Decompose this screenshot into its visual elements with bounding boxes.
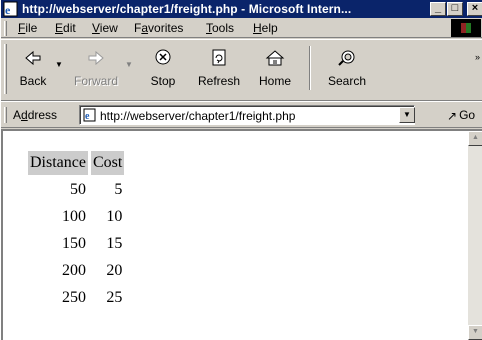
home-icon [265, 50, 285, 66]
maximize-button[interactable]: □ [447, 2, 463, 16]
address-url: http://webserver/chapter1/freight.php [100, 109, 296, 123]
stop-label: Stop [150, 74, 176, 88]
address-bar-grip[interactable] [4, 107, 7, 123]
distance-cell: 250 [61, 289, 86, 306]
refresh-icon [212, 49, 226, 66]
table-row: 200 20 [28, 259, 124, 283]
search-button[interactable]: Search [317, 46, 377, 96]
close-button[interactable]: × [467, 2, 482, 16]
svg-text:e: e [5, 3, 11, 17]
cost-cell: 25 [106, 289, 123, 306]
address-dropdown-button[interactable]: ▼ [399, 107, 415, 123]
menu-bar: File Edit View Favorites Tools Help [1, 18, 482, 38]
forward-arrow-icon [88, 50, 104, 66]
menu-tools[interactable]: Tools [206, 21, 234, 35]
go-button[interactable]: ↗ Go [447, 108, 475, 123]
toolbar-overflow-chevron-icon[interactable]: » [475, 52, 480, 62]
cost-cell: 10 [106, 208, 123, 225]
svg-text:e: e [85, 111, 90, 122]
refresh-label: Refresh [197, 74, 241, 88]
home-button[interactable]: Home [251, 46, 299, 96]
browser-window: e http://webserver/chapter1/freight.php … [0, 0, 482, 340]
menu-favorites[interactable]: Favorites [134, 21, 183, 35]
freight-table: Distance Cost 50 5 100 10 150 15 200 20 … [25, 148, 127, 313]
address-bar: Address e http://webserver/chapter1/frei… [1, 101, 482, 128]
scroll-up-arrow-icon[interactable]: ▲ [468, 131, 482, 146]
vertical-scrollbar[interactable]: ▲ ▼ [467, 131, 482, 340]
address-label: Address [13, 108, 58, 122]
page-content: Distance Cost 50 5 100 10 150 15 200 20 … [1, 129, 482, 340]
cost-cell: 20 [106, 262, 123, 279]
stop-button[interactable]: Stop [139, 46, 187, 96]
forward-label: Forward [73, 74, 118, 88]
search-label: Search [327, 74, 367, 88]
table-row: 100 10 [28, 205, 124, 229]
home-label: Home [258, 74, 291, 88]
window-title: http://webserver/chapter1/freight.php - … [22, 2, 352, 16]
back-dropdown-icon[interactable]: ▼ [55, 60, 63, 69]
forward-dropdown-icon[interactable]: ▼ [125, 60, 133, 69]
windows-logo-icon [451, 19, 481, 37]
distance-cell: 200 [61, 262, 86, 279]
back-arrow-icon [25, 50, 41, 66]
cost-cell: 5 [114, 181, 123, 198]
go-arrow-icon: ↗ [447, 109, 458, 123]
toolbar-grip[interactable] [4, 44, 7, 94]
table-header-row: Distance Cost [28, 151, 125, 175]
distance-cell: 50 [69, 181, 86, 198]
table-row: 250 25 [28, 286, 124, 310]
title-bar[interactable]: e http://webserver/chapter1/freight.php … [1, 0, 482, 18]
menu-bar-grip[interactable] [4, 21, 7, 36]
scroll-down-arrow-icon[interactable]: ▼ [468, 325, 482, 340]
ie-page-icon: e [3, 1, 18, 17]
distance-cell: 100 [61, 208, 86, 225]
standard-toolbar: Back ▼ Forward ▼ Stop Refresh Home Searc… [1, 39, 482, 101]
toolbar-separator [309, 46, 311, 90]
column-header-cost: Cost [90, 151, 125, 175]
menu-help[interactable]: Help [253, 21, 278, 35]
table-row: 50 5 [28, 178, 124, 202]
stop-icon [155, 49, 171, 65]
table-row: 150 15 [28, 232, 124, 256]
back-button[interactable]: Back [11, 46, 55, 96]
cost-cell: 15 [106, 235, 123, 252]
minimize-button[interactable]: _ [430, 2, 446, 16]
column-header-distance: Distance [28, 151, 88, 175]
address-input[interactable]: e http://webserver/chapter1/freight.php [79, 105, 415, 125]
search-icon [338, 50, 355, 66]
distance-cell: 150 [61, 235, 86, 252]
refresh-button[interactable]: Refresh [187, 46, 251, 96]
page-icon: e [83, 108, 96, 122]
menu-edit[interactable]: Edit [55, 21, 76, 35]
menu-view[interactable]: View [92, 21, 118, 35]
forward-button[interactable]: Forward [67, 46, 125, 96]
menu-file[interactable]: File [18, 21, 37, 35]
back-label: Back [19, 74, 47, 88]
